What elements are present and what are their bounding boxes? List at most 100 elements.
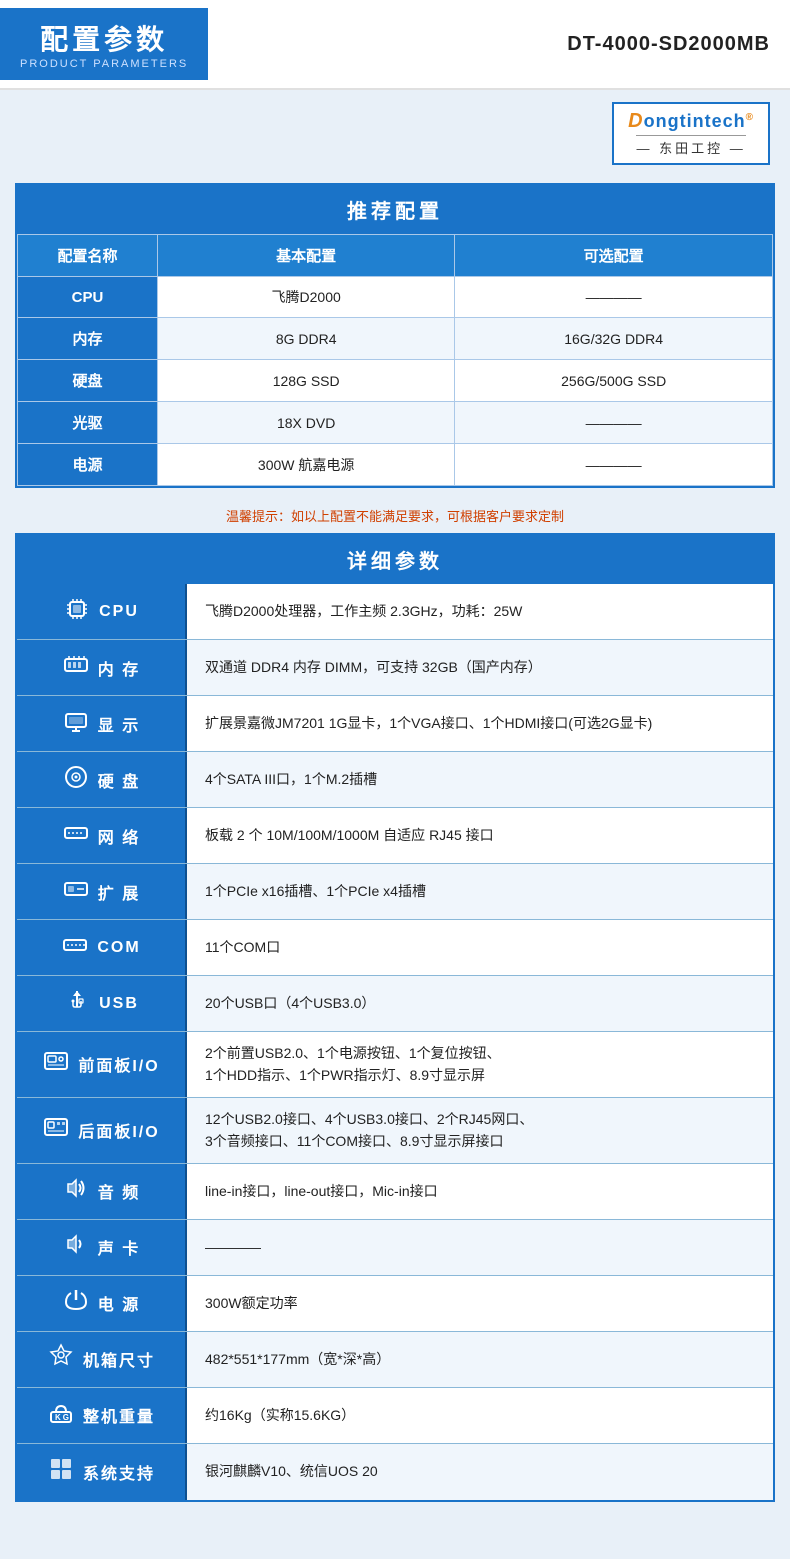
rec-row-name: 电源	[18, 444, 158, 486]
col-basic: 基本配置	[158, 235, 455, 277]
logo-subtitle: — 东田工控 —	[636, 135, 745, 157]
weight-icon: KG	[47, 1398, 75, 1432]
detail-value-display: 扩展景嘉微JM7201 1G显卡，1个VGA接口、1个HDMI接口(可选2G显卡…	[187, 696, 773, 751]
detail-value-power: 300W额定功率	[187, 1276, 773, 1331]
mem-icon	[62, 651, 90, 685]
rec-row-basic: 300W 航嘉电源	[158, 444, 455, 486]
com-icon	[61, 931, 89, 965]
detail-value-chassis: 482*551*177mm（宽*深*高）	[187, 1332, 773, 1387]
header-left: 配置参数 PRODUCT PARAMETERS	[0, 8, 208, 80]
logo-area: Dongtintech® — 东田工控 —	[0, 90, 790, 173]
detail-label-os: 系统支持	[17, 1444, 187, 1500]
detail-row: 后面板I/O 12个USB2.0接口、4个USB3.0接口、2个RJ45网口、3…	[17, 1098, 773, 1164]
rec-row: 电源 300W 航嘉电源 ————	[18, 444, 773, 486]
model-number: DT-4000-SD2000MB	[567, 33, 770, 56]
net-icon	[62, 819, 90, 853]
detail-row: CPU 飞腾D2000处理器，工作主频 2.3GHz，功耗：25W	[17, 584, 773, 640]
detail-label-text: 网 络	[98, 824, 140, 848]
recommended-title: 推荐配置	[17, 185, 773, 234]
detail-row: 声 卡 ————	[17, 1220, 773, 1276]
detail-value-mem: 双通道 DDR4 内存 DIMM，可支持 32GB（国产内存）	[187, 640, 773, 695]
detail-label-text: 音 频	[98, 1179, 140, 1203]
header-title-cn: 配置参数	[40, 18, 168, 58]
usb-icon	[63, 987, 91, 1021]
detail-label-text: USB	[99, 995, 139, 1013]
soundcard-icon	[62, 1230, 90, 1264]
detail-value-net: 板载 2 个 10M/100M/1000M 自适应 RJ45 接口	[187, 808, 773, 863]
rec-row-name: 内存	[18, 318, 158, 360]
detail-row: 音 频 line-in接口，line-out接口，Mic-in接口	[17, 1164, 773, 1220]
detail-row: COM 11个COM口	[17, 920, 773, 976]
hdd-icon	[62, 763, 90, 797]
detail-label-text: COM	[97, 939, 140, 957]
col-name: 配置名称	[18, 235, 158, 277]
detail-value-usb: 20个USB口（4个USB3.0）	[187, 976, 773, 1031]
detail-row: USB 20个USB口（4个USB3.0）	[17, 976, 773, 1032]
detail-label-audio: 音 频	[17, 1164, 187, 1219]
detail-label-text: 内 存	[98, 656, 140, 680]
detail-label-text: 系统支持	[83, 1460, 155, 1484]
detail-value-hdd: 4个SATA III口，1个M.2插槽	[187, 752, 773, 807]
display-icon	[62, 707, 90, 741]
logo-brand: Dongtintech®	[628, 110, 754, 133]
chassis-icon	[47, 1342, 75, 1376]
rear-icon	[42, 1113, 70, 1147]
detail-label-display: 显 示	[17, 696, 187, 751]
detail-row: 系统支持 银河麒麟V10、统信UOS 20	[17, 1444, 773, 1500]
detail-label-text: 硬 盘	[98, 768, 140, 792]
detail-label-text: 整机重量	[83, 1403, 155, 1427]
svg-text:KG: KG	[55, 1413, 71, 1422]
warm-tip: 温馨提示：如以上配置不能满足要求，可根据客户要求定制	[0, 498, 790, 533]
detail-label-soundcard: 声 卡	[17, 1220, 187, 1275]
os-icon	[47, 1455, 75, 1489]
detail-value-front: 2个前置USB2.0、1个电源按钮、1个复位按钮、1个HDD指示、1个PWR指示…	[187, 1032, 773, 1097]
logo-box: Dongtintech® — 东田工控 —	[612, 102, 770, 165]
detail-label-text: 前面板I/O	[78, 1052, 159, 1076]
detail-value-weight: 约16Kg（实称15.6KG）	[187, 1388, 773, 1443]
power-icon	[62, 1286, 90, 1320]
detail-value-audio: line-in接口，line-out接口，Mic-in接口	[187, 1164, 773, 1219]
detail-row: 内 存 双通道 DDR4 内存 DIMM，可支持 32GB（国产内存）	[17, 640, 773, 696]
detail-label-hdd: 硬 盘	[17, 752, 187, 807]
rec-row-optional: ————	[455, 277, 773, 318]
detail-label-text: 声 卡	[98, 1235, 140, 1259]
rec-row-basic: 18X DVD	[158, 402, 455, 444]
detail-row: 电 源 300W额定功率	[17, 1276, 773, 1332]
rec-row-basic: 128G SSD	[158, 360, 455, 402]
detail-row: 显 示 扩展景嘉微JM7201 1G显卡，1个VGA接口、1个HDMI接口(可选…	[17, 696, 773, 752]
rec-row-name: 光驱	[18, 402, 158, 444]
header: 配置参数 PRODUCT PARAMETERS DT-4000-SD2000MB	[0, 0, 790, 90]
detail-label-text: 显 示	[98, 712, 140, 736]
detail-title: 详细参数	[17, 535, 773, 584]
detail-value-cpu: 飞腾D2000处理器，工作主频 2.3GHz，功耗：25W	[187, 584, 773, 639]
detail-row: 机箱尺寸 482*551*177mm（宽*深*高）	[17, 1332, 773, 1388]
detail-label-usb: USB	[17, 976, 187, 1031]
detail-row: 前面板I/O 2个前置USB2.0、1个电源按钮、1个复位按钮、1个HDD指示、…	[17, 1032, 773, 1098]
detail-row: 硬 盘 4个SATA III口，1个M.2插槽	[17, 752, 773, 808]
rec-row-optional: 16G/32G DDR4	[455, 318, 773, 360]
detail-label-net: 网 络	[17, 808, 187, 863]
header-right: DT-4000-SD2000MB	[567, 33, 770, 56]
rec-row: 光驱 18X DVD ————	[18, 402, 773, 444]
rec-row-name: 硬盘	[18, 360, 158, 402]
detail-label-text: 后面板I/O	[78, 1118, 159, 1142]
detail-row: KG 整机重量 约16Kg（实称15.6KG）	[17, 1388, 773, 1444]
rec-row-optional: 256G/500G SSD	[455, 360, 773, 402]
rec-row: CPU 飞腾D2000 ————	[18, 277, 773, 318]
rec-row-name: CPU	[18, 277, 158, 318]
rec-row-optional: ————	[455, 444, 773, 486]
header-title-en: PRODUCT PARAMETERS	[20, 58, 188, 70]
detail-label-cpu: CPU	[17, 584, 187, 639]
detail-label-front: 前面板I/O	[17, 1032, 187, 1097]
audio-icon	[62, 1174, 90, 1208]
detail-label-chassis: 机箱尺寸	[17, 1332, 187, 1387]
rec-row: 硬盘 128G SSD 256G/500G SSD	[18, 360, 773, 402]
recommended-table: 配置名称 基本配置 可选配置 CPU 飞腾D2000 ———— 内存 8G DD…	[17, 234, 773, 486]
detail-value-expand: 1个PCIe x16插槽、1个PCIe x4插槽	[187, 864, 773, 919]
detail-label-text: CPU	[99, 603, 139, 621]
detail-label-rear: 后面板I/O	[17, 1098, 187, 1163]
detail-label-power: 电 源	[17, 1276, 187, 1331]
rec-row: 内存 8G DDR4 16G/32G DDR4	[18, 318, 773, 360]
detail-row: 网 络 板载 2 个 10M/100M/1000M 自适应 RJ45 接口	[17, 808, 773, 864]
detail-value-soundcard: ————	[187, 1220, 773, 1275]
